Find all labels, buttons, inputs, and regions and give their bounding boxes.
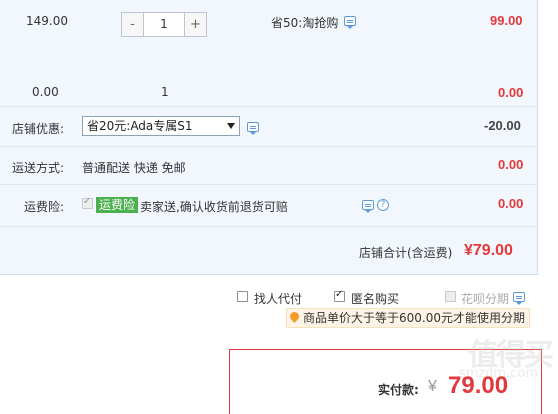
shop-total-amount: ¥79.00	[464, 242, 513, 259]
chat-icon[interactable]	[513, 292, 525, 305]
proxy-pay-checkbox[interactable]	[237, 291, 248, 302]
shipping-label: 运送方式:	[12, 161, 65, 175]
shop-discount-select[interactable]: 省20元:Ada专属S1	[82, 116, 240, 136]
chat-icon[interactable]	[344, 16, 356, 29]
location-pin-icon	[288, 310, 301, 323]
chat-icon[interactable]	[362, 200, 374, 213]
chevron-down-icon	[227, 123, 235, 129]
payment-currency: ¥	[428, 378, 437, 395]
insurance-label: 运费险:	[24, 200, 65, 214]
payment-label: 实付款:	[378, 383, 419, 397]
shipping-method: 普通配送 快递 免邮	[82, 161, 186, 175]
quantity-stepper[interactable]: - 1 +	[121, 12, 207, 37]
insurance-tag: 运费险	[96, 197, 139, 213]
divider	[0, 184, 538, 185]
divider	[0, 106, 538, 107]
insurance-text: 卖家送,确认收货前退货可赔	[140, 200, 288, 214]
installment-checkbox	[445, 291, 456, 302]
installment-hint: 商品单价大于等于600.00元才能使用分期	[286, 308, 530, 328]
installment-hint-text: 商品单价大于等于600.00元才能使用分期	[303, 311, 525, 325]
anonymous-label[interactable]: 匿名购买	[351, 290, 399, 307]
help-icon[interactable]: ?	[377, 199, 389, 211]
item-discount-label: 省50:淘抢购	[271, 16, 339, 30]
increase-button[interactable]: +	[185, 13, 206, 36]
item2-quantity: 1	[161, 85, 169, 99]
insurance-checkbox[interactable]	[82, 196, 93, 209]
quantity-value[interactable]: 1	[143, 13, 185, 36]
shop-total-label: 店铺合计(含运费)	[359, 246, 453, 260]
installment-label: 花呗分期	[461, 292, 510, 306]
shipping-amount: 0.00	[498, 157, 524, 172]
shop-discount-amount: -20.00	[484, 118, 521, 133]
shop-discount-label: 店铺优惠:	[12, 122, 65, 136]
insurance-amount: 0.00	[498, 196, 524, 211]
chat-icon[interactable]	[247, 122, 259, 135]
order-panel	[0, 0, 538, 275]
proxy-pay-label[interactable]: 找人代付	[254, 290, 302, 307]
watermark-domain: smzdm.com	[458, 366, 538, 381]
item-unit-price: 149.00	[26, 14, 68, 28]
anonymous-checkbox[interactable]	[334, 289, 345, 302]
item-subtotal: 99.00	[490, 13, 523, 28]
divider	[0, 146, 538, 147]
decrease-button[interactable]: -	[122, 13, 143, 36]
divider	[0, 226, 538, 227]
item2-unit-price: 0.00	[32, 85, 59, 99]
shop-discount-selected: 省20元:Ada专属S1	[87, 119, 193, 133]
item2-subtotal: 0.00	[498, 85, 524, 100]
